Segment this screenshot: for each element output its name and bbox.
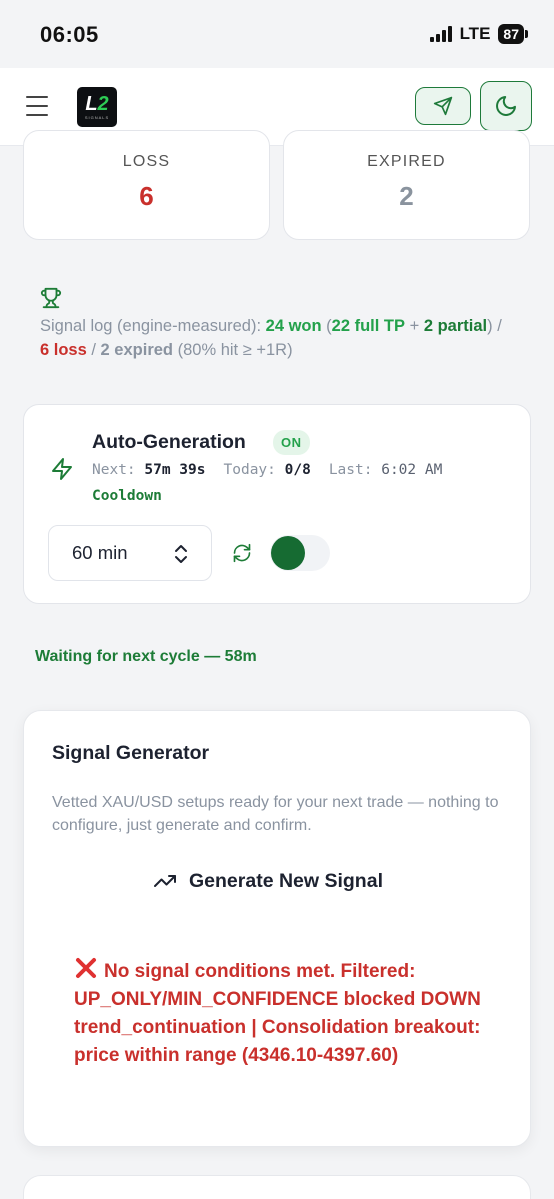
last-time: 6:02 AM — [381, 462, 443, 478]
app-logo[interactable]: L2 SIGNALS — [77, 87, 117, 127]
logo-text: L2 — [85, 92, 109, 115]
status-badge: ON — [273, 430, 310, 455]
send-icon — [433, 96, 453, 116]
next-section-card — [23, 1175, 531, 1199]
error-text: No signal conditions met. Filtered: UP_O… — [74, 961, 481, 1066]
expired-stat-card: EXPIRED 2 — [283, 130, 530, 240]
generate-signal-button[interactable]: Generate New Signal — [153, 869, 383, 893]
today-label: Today: — [223, 462, 276, 478]
signal-error-message: No signal conditions met. Filtered: UP_O… — [74, 956, 494, 1070]
expired-label: EXPIRED — [367, 153, 446, 170]
expired-count: 2 expired — [100, 341, 174, 359]
moon-icon — [496, 96, 516, 116]
telegram-button[interactable] — [415, 87, 471, 125]
hit-rate: (80% hit ≥ +1R) — [173, 341, 293, 359]
partial-count: 2 partial — [423, 317, 488, 335]
auto-generation-title: Auto-Generation — [92, 431, 246, 453]
status-bar: 06:05 LTE 87 — [0, 0, 554, 68]
loss-value: 6 — [139, 181, 154, 211]
last-label: Last: — [328, 462, 373, 478]
trending-up-icon — [154, 875, 176, 887]
status-time: 06:05 — [40, 22, 99, 47]
interval-select[interactable]: 60 min — [48, 525, 212, 581]
signal-generator-card: Signal Generator Vetted XAU/USD setups r… — [23, 710, 531, 1147]
refresh-icon[interactable] — [232, 543, 252, 563]
next-countdown: 57m 39s — [144, 462, 206, 478]
auto-generation-meta: Next: 57m 39s Today: 0/8 Last: 6:02 AM — [92, 462, 460, 478]
network-label: LTE — [459, 24, 491, 43]
cell-signal-icon — [429, 26, 452, 42]
logo-subtext: SIGNALS — [84, 114, 110, 120]
loss-stat-card: LOSS 6 — [23, 130, 270, 240]
theme-toggle-button[interactable] — [480, 81, 532, 131]
signal-generator-title: Signal Generator — [52, 742, 210, 764]
signal-log-prefix: Signal log (engine-measured): — [40, 317, 266, 335]
battery-icon: 87 — [498, 24, 528, 44]
loss-count: 6 loss — [40, 341, 87, 359]
auto-generation-card: Auto-Generation ON Next: 57m 39s Today: … — [23, 404, 531, 604]
expired-value: 2 — [399, 181, 414, 211]
toggle-knob — [271, 536, 305, 570]
signal-log-summary: Signal log (engine-measured): 24 won (22… — [40, 314, 510, 362]
generate-signal-label: Generate New Signal — [189, 869, 383, 892]
chevron-updown-icon — [175, 545, 187, 563]
interval-value: 60 min — [72, 542, 128, 563]
trophy-icon — [40, 287, 62, 309]
full-tp-count: 22 full TP — [331, 317, 406, 335]
cooldown-status: Cooldown — [92, 488, 162, 504]
auto-generation-toggle[interactable] — [270, 535, 330, 571]
won-count: 24 won — [265, 317, 322, 335]
log-sep: / — [86, 341, 101, 359]
log-sep: + — [405, 317, 424, 335]
log-sep: ) / — [487, 317, 502, 335]
log-sep: ( — [321, 317, 332, 335]
signal-generator-description: Vetted XAU/USD setups ready for your nex… — [52, 794, 499, 834]
bolt-icon — [52, 458, 72, 480]
waiting-status: Waiting for next cycle — 58m — [35, 648, 257, 665]
next-label: Next: — [92, 462, 136, 478]
status-indicators: LTE 87 — [429, 24, 528, 44]
menu-icon[interactable] — [26, 96, 48, 116]
today-count: 0/8 — [284, 462, 311, 478]
x-icon — [76, 958, 96, 978]
loss-label: LOSS — [122, 153, 171, 170]
